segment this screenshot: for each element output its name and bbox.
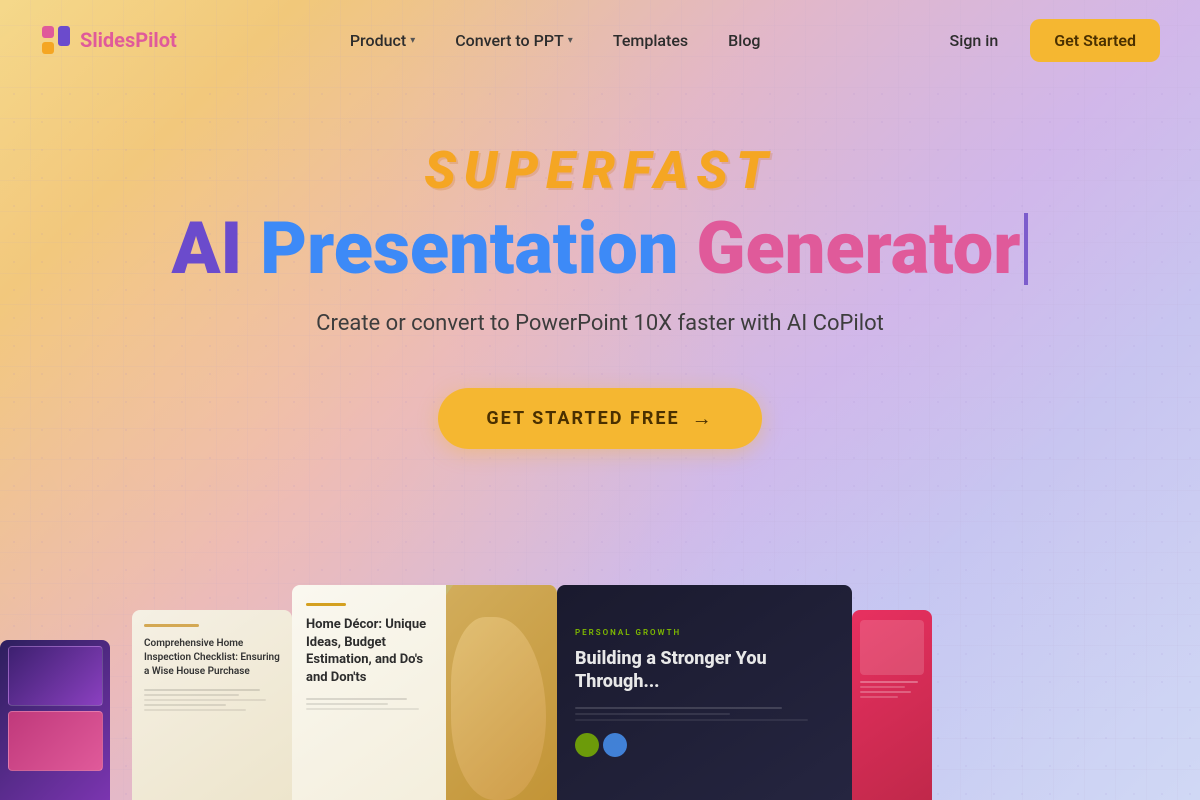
logo-icon	[40, 24, 72, 56]
get-started-nav-button[interactable]: Get Started	[1030, 19, 1160, 62]
nav-item-convert[interactable]: Convert to PPT ▾	[439, 23, 589, 58]
slide-thumbnail-2	[8, 711, 103, 771]
logo-text: SlidesPilot	[80, 28, 177, 52]
superfast-heading: SUPERFAST	[0, 140, 1200, 201]
card-purple-slides[interactable]	[0, 640, 110, 800]
main-title: AI Presentation Generator	[0, 211, 1200, 287]
title-generator: Generator	[696, 211, 1020, 287]
card-home-decor-title: Home Décor: Unique Ideas, Budget Estimat…	[306, 616, 432, 686]
nav-item-product[interactable]: Product ▾	[334, 23, 431, 58]
card-home-inspection[interactable]: Comprehensive Home Inspection Checklist:…	[132, 610, 292, 800]
card-home-inspection-title: Comprehensive Home Inspection Checklist:…	[144, 637, 280, 679]
hero-section: SUPERFAST AI Presentation Generator Crea…	[0, 80, 1200, 449]
sign-in-link[interactable]: Sign in	[934, 23, 1015, 58]
card-personal-growth[interactable]: Personal Growth Building a Stronger You …	[557, 585, 852, 800]
title-presentation: Presentation	[260, 211, 696, 287]
chevron-down-icon: ▾	[410, 35, 415, 46]
card-lines	[144, 689, 280, 711]
nav-item-blog[interactable]: Blog	[712, 23, 776, 58]
card-decor-image	[446, 585, 557, 800]
card-personal-growth-title: Building a Stronger You Through...	[575, 647, 834, 694]
card-motivation-thumb	[860, 620, 924, 675]
card-home-decor[interactable]: Home Décor: Unique Ideas, Budget Estimat…	[292, 585, 557, 800]
logo[interactable]: SlidesPilot	[40, 24, 177, 56]
card-home-decor-content: Home Décor: Unique Ideas, Budget Estimat…	[292, 585, 446, 800]
title-ai: AI	[172, 211, 261, 287]
card-motivation[interactable]	[852, 610, 932, 800]
cards-container: Comprehensive Home Inspection Checklist:…	[0, 585, 1200, 800]
arrow-icon: →	[692, 406, 714, 431]
cta-get-started-button[interactable]: GET STARTED FREE →	[438, 388, 761, 449]
cta-label: GET STARTED FREE	[486, 408, 679, 429]
cards-section: Comprehensive Home Inspection Checklist:…	[0, 580, 1200, 800]
card-accent-line	[144, 624, 199, 627]
navbar: SlidesPilot Product ▾ Convert to PPT ▾ T…	[0, 0, 1200, 80]
chevron-down-icon: ▾	[568, 35, 573, 46]
hero-subtitle: Create or convert to PowerPoint 10X fast…	[0, 307, 1200, 340]
cursor-blink	[1024, 213, 1028, 285]
card-personal-growth-tag: Personal Growth	[575, 628, 834, 637]
nav-links: Product ▾ Convert to PPT ▾ Templates Blo…	[334, 23, 777, 58]
nav-auth: Sign in Get Started	[934, 19, 1160, 62]
slide-thumbnail-1	[8, 646, 103, 706]
nav-item-templates[interactable]: Templates	[597, 23, 704, 58]
